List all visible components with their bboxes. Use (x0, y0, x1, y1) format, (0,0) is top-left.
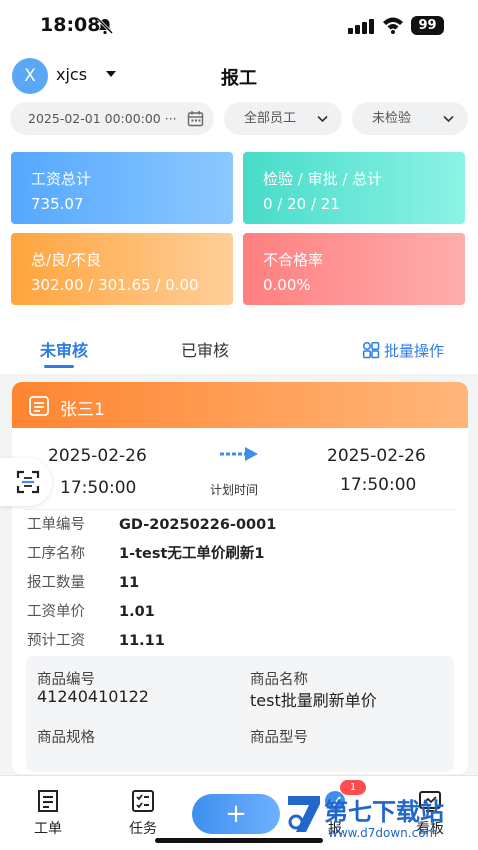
employee-name: 张三1 (60, 400, 105, 420)
tab-reviewed[interactable]: 已审核 (181, 337, 229, 361)
end-time: 17:50:00 (340, 475, 417, 495)
wage-total-card: 工资总计 735.07 (11, 152, 233, 224)
work-order-icon (38, 790, 58, 812)
add-button[interactable]: + (192, 794, 280, 834)
calendar-icon (187, 111, 204, 127)
document-icon (29, 396, 49, 416)
field-row: 工资单价 1.01 (27, 600, 155, 621)
field-label: 工单编号 (27, 517, 85, 533)
field-row: 预计工资 11.11 (27, 629, 165, 650)
inspection-filter-value: 未检验 (372, 111, 412, 126)
batch-operation-button[interactable]: 批量操作 (362, 340, 444, 361)
staff-filter[interactable]: 全部员工 (224, 102, 342, 135)
goods-panel: 商品编号 41240410122 商品名称 test批量刷新单价 商品规格 商品… (26, 656, 454, 772)
bell-muted-icon (96, 17, 114, 35)
watermark-url: www.d7down.com (328, 826, 438, 840)
stats-panel: 工资总计 735.07 检验 / 审批 / 总计 0 / 20 / 21 总/良… (0, 142, 478, 320)
review-tabs: 未审核 已审核 批量操作 (0, 320, 478, 374)
active-tab-indicator (44, 365, 74, 368)
field-value: 1.01 (119, 604, 155, 620)
report-card[interactable]: 张三1 2025-02-26 17:50:00 计划时间 2025-02-26 … (12, 382, 468, 774)
field-label: 工序名称 (27, 546, 85, 562)
start-date: 2025-02-26 (48, 446, 147, 466)
date-range-value: 2025-02-01 00:00:00 ··· (28, 111, 177, 126)
card-header: 张三1 (12, 382, 468, 428)
quantity-card: 总/良/不良 302.00 / 301.65 / 0.00 (11, 233, 233, 305)
field-label: 预计工资 (27, 633, 85, 649)
staff-filter-value: 全部员工 (244, 111, 297, 126)
field-row: 工单编号 GD-20250226-0001 (27, 513, 276, 534)
status-time: 18:08 (40, 14, 101, 36)
wifi-icon (383, 17, 403, 34)
nav-work-order-label: 工单 (34, 821, 62, 837)
goods-name-label: 商品名称 (250, 672, 308, 688)
inspection-card: 检验 / 审批 / 总计 0 / 20 / 21 (243, 152, 465, 224)
chevron-down-icon (443, 115, 454, 123)
start-time: 17:50:00 (60, 478, 137, 498)
field-value: 1-test无工单价刷新1 (119, 546, 265, 562)
page-title: 报工 (221, 68, 257, 89)
divider (24, 509, 456, 510)
task-list-icon (132, 790, 154, 812)
end-date: 2025-02-26 (327, 446, 426, 466)
status-bar: 18:08 99 (0, 0, 478, 50)
goods-model-label: 商品型号 (250, 730, 308, 746)
batch-icon (362, 341, 380, 359)
nav-task[interactable]: 任务 (113, 788, 173, 838)
field-value: 11 (119, 575, 140, 591)
goods-spec-label: 商品规格 (37, 730, 95, 746)
batch-operation-label: 批量操作 (384, 342, 445, 360)
field-value: GD-20250226-0001 (119, 517, 277, 533)
field-row: 报工数量 11 (27, 571, 139, 592)
watermark-title: 第七下载站 (324, 798, 444, 826)
field-value: 11.11 (119, 633, 165, 649)
plan-time-label: 计划时间 (210, 483, 259, 497)
inspection-filter[interactable]: 未检验 (352, 102, 468, 135)
goods-name-value: test批量刷新单价 (250, 691, 377, 710)
inspection-value: 0 / 20 / 21 (263, 195, 340, 213)
battery-indicator: 99 (411, 16, 444, 35)
field-label: 工资单价 (27, 604, 85, 620)
field-label: 报工数量 (27, 575, 85, 591)
chevron-down-icon (317, 115, 328, 123)
scan-icon (16, 470, 40, 494)
quantity-value: 302.00 / 301.65 / 0.00 (31, 276, 199, 294)
scan-button[interactable] (0, 458, 52, 506)
wage-total-value: 735.07 (31, 195, 84, 213)
inspection-label: 检验 / 审批 / 总计 (263, 170, 383, 188)
goods-code-label: 商品编号 (37, 672, 95, 688)
field-row: 工序名称 1-test无工单价刷新1 (27, 542, 265, 563)
watermark-logo-icon (288, 796, 320, 832)
defect-rate-value: 0.00% (263, 276, 311, 294)
arrow-right-icon (220, 447, 258, 461)
app-header: X xjcs 报工 (0, 50, 478, 100)
nav-task-label: 任务 (129, 821, 157, 837)
date-range-filter[interactable]: 2025-02-01 00:00:00 ··· (10, 102, 214, 135)
signal-icon (348, 19, 374, 34)
wage-total-label: 工资总计 (31, 170, 92, 188)
defect-rate-label: 不合格率 (263, 251, 324, 269)
watermark: 第七下载站 www.d7down.com (284, 790, 474, 846)
filter-bar: 2025-02-01 00:00:00 ··· 全部员工 未检验 (0, 100, 478, 142)
quantity-label: 总/良/不良 (31, 251, 102, 269)
nav-work-order[interactable]: 工单 (18, 788, 78, 838)
defect-rate-card: 不合格率 0.00% (243, 233, 465, 305)
tab-pending[interactable]: 未审核 (40, 337, 88, 361)
goods-code-value: 41240410122 (37, 687, 149, 706)
